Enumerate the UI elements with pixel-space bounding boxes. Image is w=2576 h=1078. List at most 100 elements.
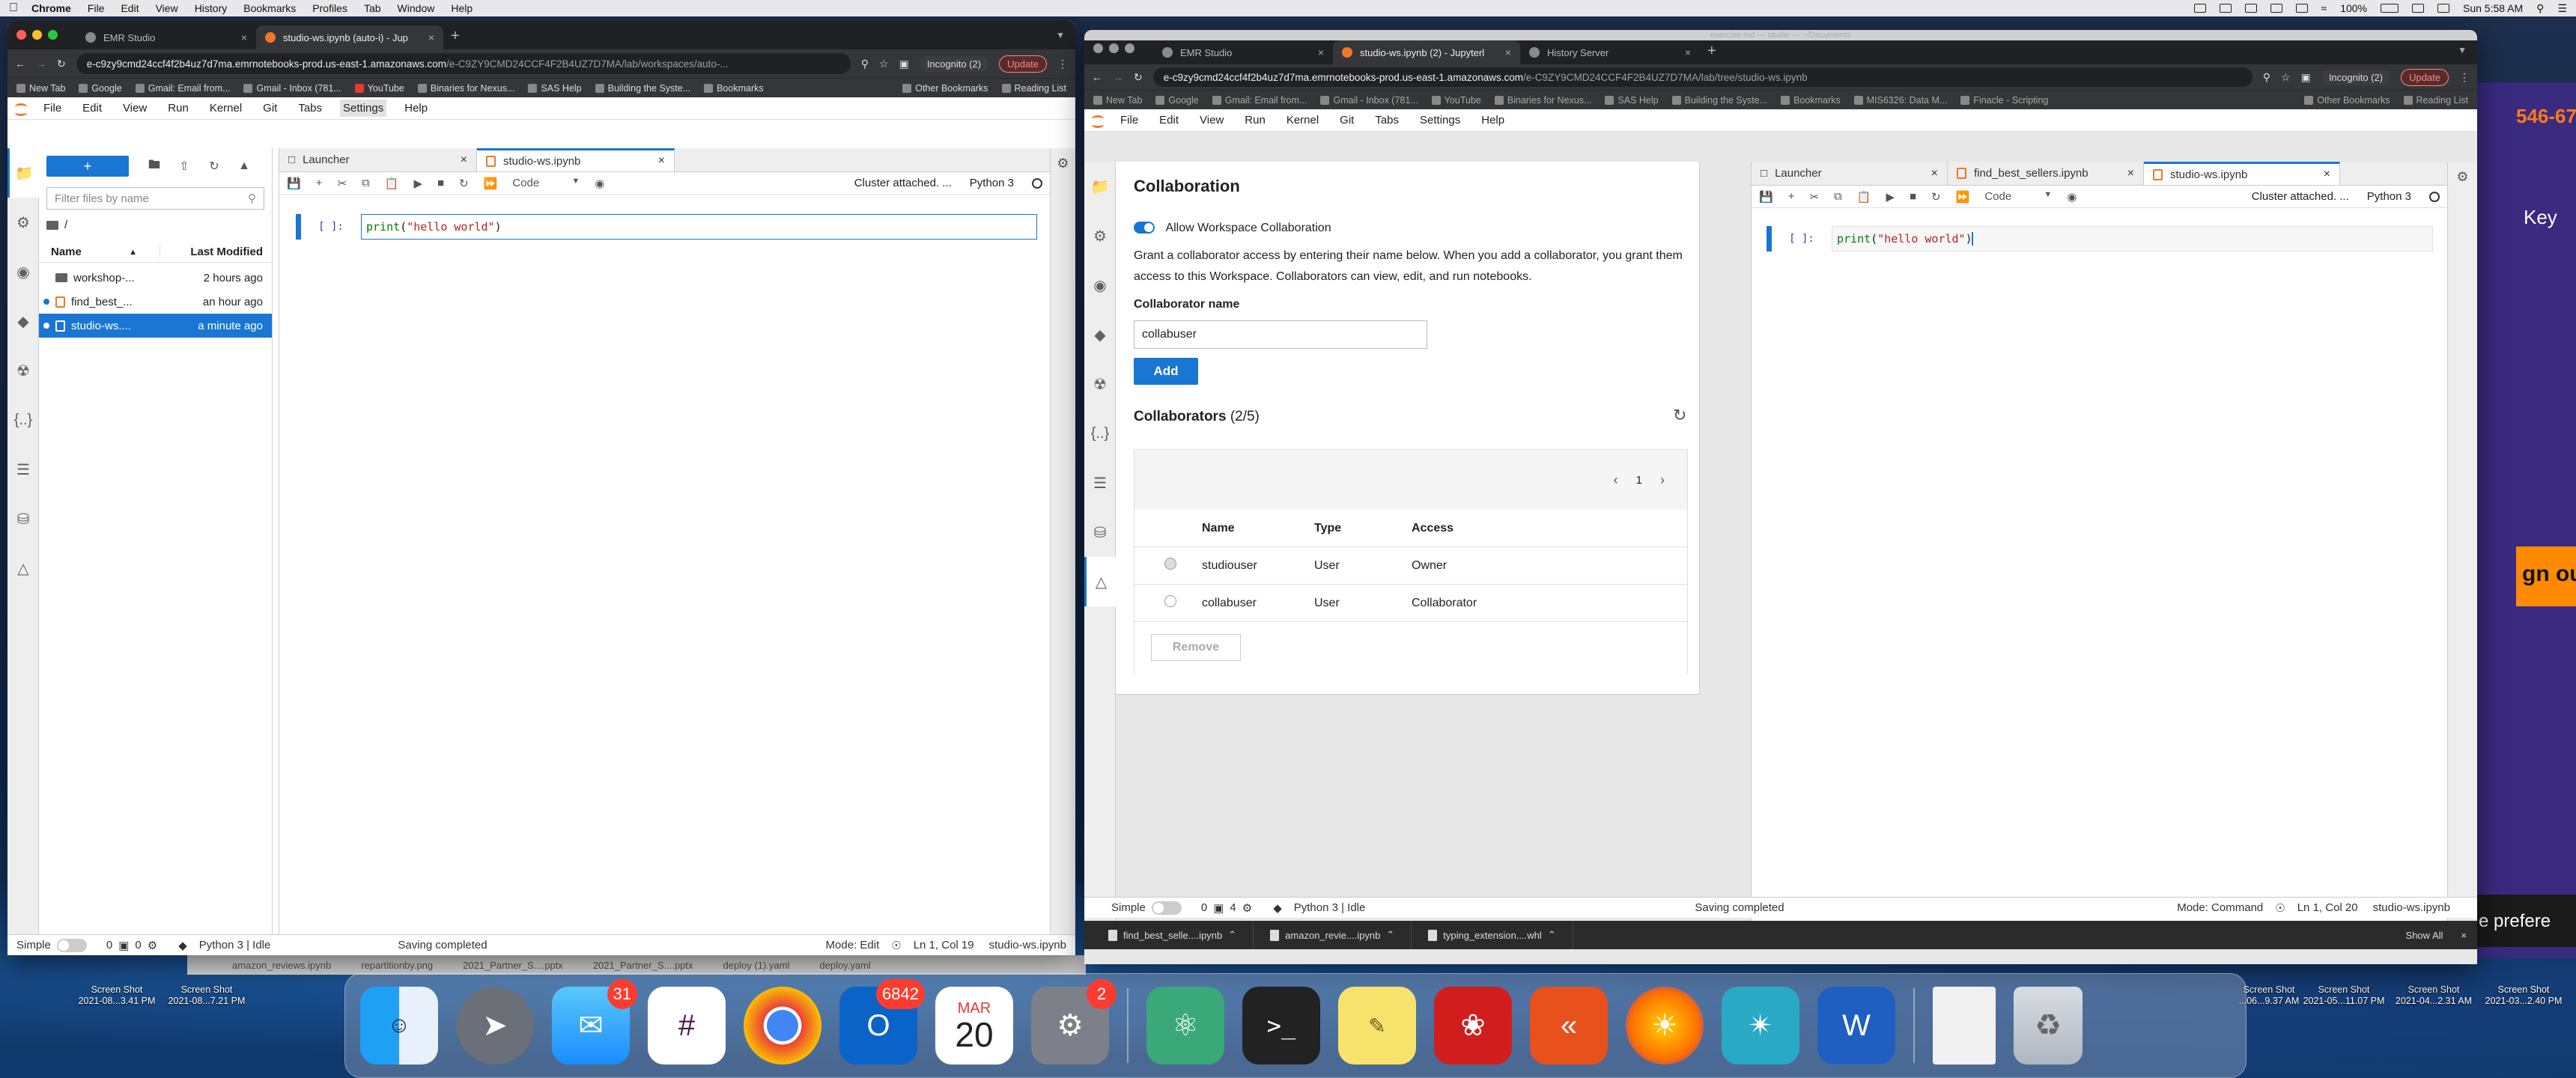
slack-icon[interactable]: # <box>648 987 726 1065</box>
paste-icon[interactable]: 📋 <box>1857 190 1871 204</box>
row-radio[interactable] <box>1164 595 1176 607</box>
cursor-position[interactable]: Ln 1, Col 19 <box>914 939 974 951</box>
jmenu-run[interactable]: Run <box>1242 112 1269 129</box>
menu-tab[interactable]: Tab <box>364 2 381 14</box>
word-icon[interactable]: W <box>1817 987 1895 1065</box>
browser-tab[interactable]: History Server × <box>1520 40 1700 64</box>
close-tab-icon[interactable]: × <box>461 153 467 167</box>
prev-page-icon[interactable]: ‹ <box>1614 472 1618 488</box>
extension-icon[interactable]: ▣ <box>899 58 909 70</box>
atom-icon[interactable]: ⚛ <box>1146 987 1224 1065</box>
bookmark-item[interactable]: Gmail - Inbox (781... <box>1320 95 1418 106</box>
finder-icon[interactable]: ☺ <box>360 987 438 1065</box>
browser-tab[interactable]: EMR Studio × <box>76 25 256 49</box>
calendar-icon[interactable]: MAR 20 <box>935 987 1013 1065</box>
menu-app-name[interactable]: Chrome <box>31 2 71 14</box>
git-icon[interactable]: ◆ <box>1273 901 1282 915</box>
new-tab-button[interactable]: + <box>1707 43 1716 60</box>
code-cell[interactable]: [ ]: print("hello world") <box>1767 226 2433 252</box>
extension-icon[interactable]: △ <box>7 543 39 593</box>
bookmark-item[interactable]: YouTube <box>1431 95 1481 106</box>
property-inspector-icon[interactable]: {..} <box>1084 409 1116 458</box>
jmenu-settings[interactable]: Settings <box>1417 112 1463 129</box>
run-all-icon[interactable]: ⏩ <box>1956 190 1970 204</box>
git-icon[interactable]: ◆ <box>178 939 187 952</box>
close-window-icon[interactable] <box>16 30 26 40</box>
bookmark-item[interactable]: Reading List <box>2403 95 2468 106</box>
file-browser-icon[interactable]: 📁 <box>1084 162 1116 211</box>
doc-tab-launcher[interactable]: □ Launcher × <box>1752 162 1948 185</box>
table-row[interactable]: studiouser User Owner <box>1134 547 1687 585</box>
reload-icon[interactable]: ↻ <box>1134 71 1143 84</box>
bookmark-item[interactable]: Binaries for Nexus... <box>417 83 514 94</box>
minimize-window-icon[interactable] <box>1109 43 1119 53</box>
app-icon[interactable]: ✴ <box>1722 987 1799 1065</box>
apple-icon[interactable]:  <box>9 1 18 15</box>
back-icon[interactable]: ← <box>15 58 25 70</box>
allow-collab-toggle[interactable] <box>1134 222 1155 234</box>
bookmark-item[interactable]: Other Bookmarks <box>2304 95 2390 106</box>
trash-icon[interactable]: ♻ <box>2014 987 2083 1065</box>
running-icon[interactable]: ⚙ <box>7 198 39 247</box>
star-icon[interactable]: ☆ <box>2281 71 2291 84</box>
url-field[interactable]: e-c9zy9cmd24ccf4f2b4uz7d7ma.emrnotebooks… <box>76 53 851 74</box>
browser-tab[interactable]: EMR Studio × <box>1153 40 1333 64</box>
simple-mode-toggle[interactable] <box>1151 901 1182 915</box>
terminal-count[interactable]: 0 <box>1201 901 1207 914</box>
bookmark-item[interactable]: Gmail - Inbox (781... <box>243 83 341 94</box>
kernel-name[interactable]: Python 3 <box>970 177 1014 189</box>
file-browser-icon[interactable]: 📁 <box>7 148 39 198</box>
bookmark-item[interactable]: Reading List <box>1001 83 1066 94</box>
menu-file[interactable]: File <box>88 2 105 14</box>
bookmark-item[interactable]: Building the Syste... <box>595 83 690 94</box>
wifi-icon[interactable]: ≈ <box>2321 2 2327 14</box>
reload-icon[interactable]: ↻ <box>57 58 66 70</box>
acrobat-icon[interactable]: ❀ <box>1434 987 1512 1065</box>
jmenu-tabs[interactable]: Tabs <box>295 100 325 117</box>
code-cell[interactable]: [ ]: print("hello world") <box>296 214 1037 240</box>
table-row[interactable]: collabuser User Collaborator <box>1134 585 1687 622</box>
menu-profiles[interactable]: Profiles <box>312 2 347 14</box>
kernel-count[interactable]: 0 <box>135 939 141 951</box>
download-item[interactable]: amazon_revie....ipynb ⌃ <box>1254 921 1412 949</box>
chevron-up-icon[interactable]: ⌃ <box>1386 929 1394 941</box>
run-all-icon[interactable]: ⏩ <box>484 177 498 190</box>
restart-icon[interactable]: ↻ <box>459 177 469 190</box>
terminal-icon[interactable]: >_ <box>1242 987 1320 1065</box>
menu-history[interactable]: History <box>195 2 228 14</box>
kernel-name[interactable]: Python 3 <box>2367 190 2411 203</box>
zoom-window-icon[interactable] <box>48 30 58 40</box>
chevron-up-icon[interactable]: ⌃ <box>1548 929 1556 941</box>
bookmark-item[interactable]: Google <box>79 83 122 94</box>
filter-files-input[interactable]: Filter files by name ⚲ <box>46 187 264 210</box>
simple-mode-toggle[interactable] <box>56 938 87 952</box>
update-button[interactable]: Update <box>2401 68 2449 86</box>
restart-icon[interactable]: ↻ <box>1931 190 1941 204</box>
collab-name-input[interactable]: collabuser <box>1134 320 1427 349</box>
save-icon[interactable]: 💾 <box>1759 190 1773 204</box>
upload-icon[interactable]: ⇧ <box>169 159 199 174</box>
database-icon[interactable]: ⛁ <box>1084 508 1116 557</box>
cell-collapser[interactable] <box>296 214 301 240</box>
bookmark-item[interactable]: Gmail: Email from... <box>1212 95 1307 106</box>
file-row-selected[interactable]: studio-ws.... a minute ago <box>39 314 272 338</box>
forward-icon[interactable]: → <box>1113 71 1123 83</box>
incognito-badge[interactable]: Incognito (2) <box>919 55 989 72</box>
jmenu-tabs[interactable]: Tabs <box>1372 112 1402 129</box>
copy-icon[interactable]: ⧉ <box>362 177 370 189</box>
save-icon[interactable]: 💾 <box>287 177 301 190</box>
zoom-icon[interactable]: ⚲ <box>2263 71 2270 84</box>
close-tab-icon[interactable]: × <box>428 31 434 43</box>
firefox-icon[interactable]: ☀ <box>1626 987 1704 1065</box>
run-icon[interactable]: ▶ <box>1886 190 1895 204</box>
collaboration-icon[interactable]: △ <box>1084 557 1116 606</box>
git-icon[interactable]: ◉ <box>2067 190 2077 204</box>
close-tab-icon[interactable]: × <box>1505 46 1511 58</box>
bookmark-item[interactable]: Google <box>1155 95 1199 106</box>
bookmark-item[interactable]: Building the Syste... <box>1671 95 1767 106</box>
jmenu-kernel[interactable]: Kernel <box>207 100 245 117</box>
menu-bookmarks[interactable]: Bookmarks <box>243 2 296 14</box>
menu-view[interactable]: View <box>156 2 178 14</box>
far-right-signout[interactable]: gn ou <box>2516 546 2576 606</box>
cell-editor[interactable]: print("hello world") <box>361 214 1037 240</box>
